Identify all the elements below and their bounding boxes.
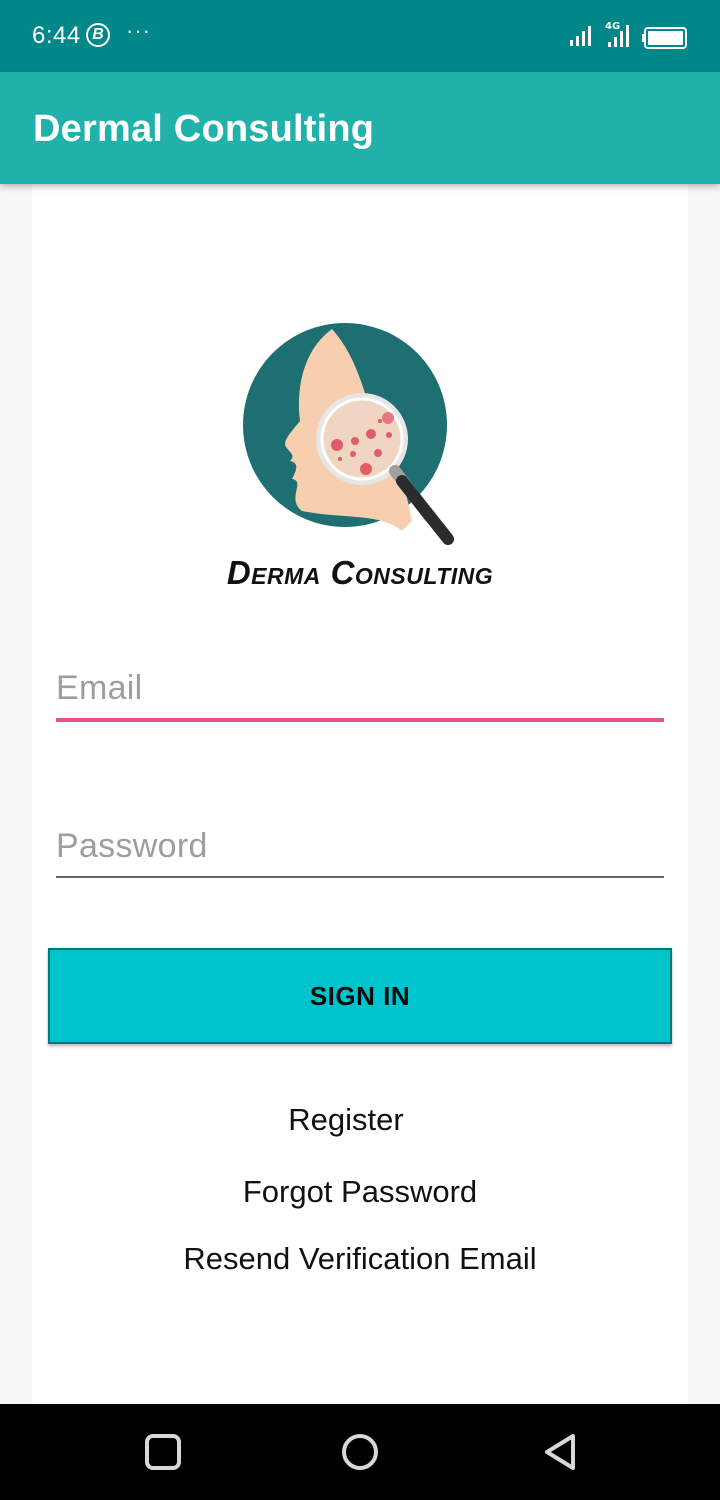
login-screen: 6:44 B ··· 4G Dermal Consulting Derma Co… <box>0 0 720 1500</box>
password-input[interactable] <box>56 816 664 876</box>
b-notification-icon: B <box>86 23 110 47</box>
password-field[interactable] <box>56 816 664 878</box>
register-link[interactable]: Register <box>18 1102 674 1138</box>
more-notifications-icon: ··· <box>126 18 151 43</box>
navigation-bar <box>0 1404 720 1500</box>
email-field[interactable] <box>56 658 664 722</box>
forgot-password-link[interactable]: Forgot Password <box>32 1174 688 1210</box>
network-type-label: 4G <box>605 21 620 32</box>
login-card: Derma Consulting SIGN IN Register Forgot… <box>32 184 688 1404</box>
home-icon[interactable] <box>340 1432 380 1472</box>
logo-brand-text: Derma Consulting <box>226 554 494 591</box>
resend-verification-link[interactable]: Resend Verification Email <box>32 1241 688 1277</box>
signal-4g-icon: 4G <box>605 21 629 47</box>
recents-icon[interactable] <box>144 1432 184 1472</box>
signal-icon <box>570 26 591 46</box>
derma-consulting-logo <box>243 323 454 545</box>
app-bar: Dermal Consulting <box>0 72 720 184</box>
battery-icon <box>642 27 687 49</box>
app-title: Dermal Consulting <box>33 108 375 150</box>
back-icon[interactable] <box>540 1432 580 1472</box>
sign-in-button[interactable]: SIGN IN <box>48 948 672 1044</box>
status-bar: 6:44 B ··· 4G <box>0 0 720 72</box>
status-time: 6:44 <box>32 22 81 49</box>
email-input[interactable] <box>56 658 664 718</box>
